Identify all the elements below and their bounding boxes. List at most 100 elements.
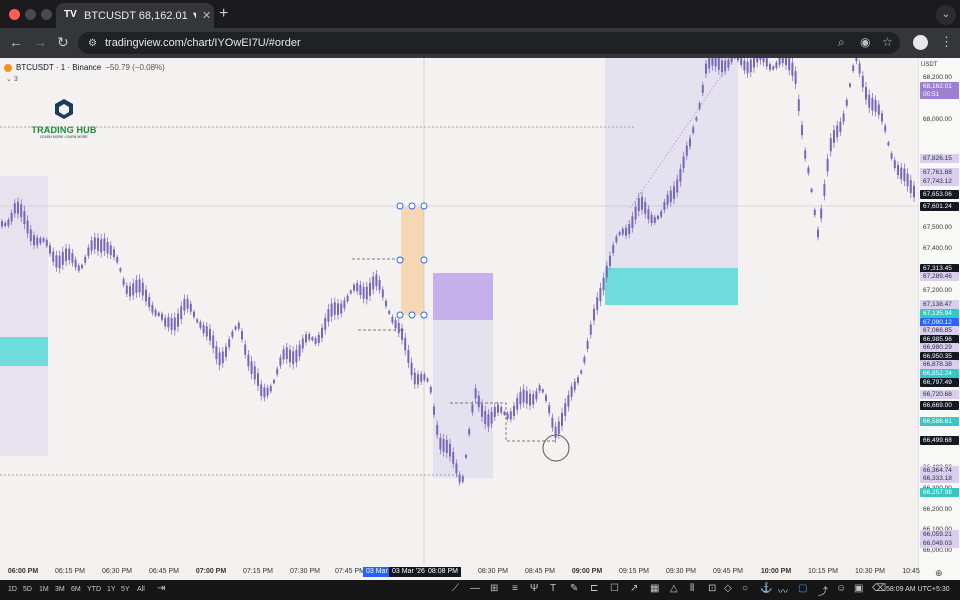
- shade-zone-mid: [433, 320, 493, 478]
- minimize-window-button[interactable]: [25, 9, 36, 20]
- candle-body: [276, 368, 279, 375]
- candle-body: [394, 320, 397, 329]
- tab-search-button[interactable]: ⌄: [936, 5, 956, 25]
- candle-body: [145, 289, 147, 302]
- text-tool-icon[interactable]: T: [550, 583, 556, 594]
- new-tab-button[interactable]: +: [219, 5, 228, 23]
- range-button-6m[interactable]: 6M: [71, 586, 81, 593]
- close-window-button[interactable]: [9, 9, 20, 20]
- candle-body: [538, 385, 541, 391]
- triangle-icon[interactable]: △: [670, 583, 678, 594]
- more-menu-icon[interactable]: ⋮: [940, 34, 953, 50]
- candle-body: [439, 437, 442, 450]
- shade-zone-right: [605, 58, 738, 270]
- zigzag-icon[interactable]: 〰: [778, 583, 788, 598]
- price-chart-canvas[interactable]: [0, 58, 918, 564]
- candle-body: [810, 188, 813, 192]
- candle-body: [586, 341, 589, 349]
- pitchfork-icon[interactable]: Ψ: [530, 583, 538, 594]
- eraser-icon[interactable]: ⌫: [872, 583, 886, 594]
- image-icon[interactable]: ▣: [854, 583, 863, 594]
- arrow-icon[interactable]: ↗: [630, 583, 638, 594]
- range-button-3m[interactable]: 3M: [55, 586, 65, 593]
- circle-icon[interactable]: ○: [742, 583, 748, 594]
- diamond-icon[interactable]: ◇: [724, 583, 732, 594]
- candle-body: [465, 454, 467, 458]
- candle-body: [557, 421, 560, 435]
- range-button-all[interactable]: All: [137, 586, 145, 593]
- bars-pattern-icon[interactable]: ⫴: [690, 583, 694, 594]
- candle-body: [1, 221, 3, 227]
- symbol-name[interactable]: BTCUSDT · 1 · Binance: [16, 63, 101, 72]
- ruler-icon[interactable]: ⊡: [708, 583, 716, 594]
- measure-icon[interactable]: ⊏: [590, 583, 598, 594]
- candle-body: [753, 58, 755, 68]
- candle-body: [490, 411, 493, 424]
- candle-body: [442, 439, 445, 452]
- address-bar[interactable]: ⚙ tradingview.com/chart/IYOwEI7U/#order …: [78, 32, 900, 54]
- path-icon[interactable]: ⤴: [818, 583, 828, 598]
- eye-icon[interactable]: ◉: [860, 35, 870, 49]
- line-tool-icon[interactable]: ⟋: [452, 583, 459, 594]
- range-button-ytd[interactable]: YTD: [87, 586, 101, 593]
- range-button-1y[interactable]: 1Y: [107, 586, 116, 593]
- calendar-goto-icon[interactable]: ⇥: [157, 583, 165, 594]
- time-scale[interactable]: 06:00 PM 06:15 PM 06:30 PM 06:45 PM 07:00 PM…: [0, 564, 920, 580]
- candle-body: [545, 395, 547, 401]
- chart-pane[interactable]: BTCUSDT · 1 · Binance −50.79 (−0.08%) ⌄ …: [0, 58, 960, 580]
- callout-icon[interactable]: ☐: [610, 583, 619, 594]
- smile-icon[interactable]: ☺: [836, 583, 846, 594]
- star-icon[interactable]: ☆: [882, 35, 893, 49]
- range-button-1m[interactable]: 1M: [39, 586, 49, 593]
- range-button-5y[interactable]: 5Y: [121, 586, 130, 593]
- indicator-count[interactable]: ⌄ 3: [6, 75, 18, 83]
- profile-avatar[interactable]: [913, 35, 928, 50]
- grid-tool-icon[interactable]: ⊞: [490, 583, 498, 594]
- anchor-icon[interactable]: ⚓: [760, 583, 772, 594]
- candle-body: [474, 388, 477, 399]
- reload-icon[interactable]: ↻: [57, 34, 69, 51]
- table-icon[interactable]: ▦: [650, 583, 659, 594]
- close-tab-icon[interactable]: ✕: [202, 9, 211, 22]
- price-scale[interactable]: USDT 68,200.00 68,000.00 67,500.00 67,400.0…: [918, 58, 960, 580]
- candle-body: [605, 265, 608, 278]
- symbol-change: −50.79 (−0.08%): [105, 63, 165, 72]
- candle-body: [759, 58, 762, 60]
- candle-body: [84, 256, 87, 263]
- candle-body: [765, 58, 768, 67]
- candle-body: [522, 389, 525, 403]
- price-badge: 67,653.06: [920, 190, 959, 199]
- fib-tool-icon[interactable]: ≡: [512, 583, 518, 594]
- chart-settings-gear-icon[interactable]: ⊕: [935, 568, 943, 579]
- candle-body: [593, 308, 595, 321]
- zoom-icon[interactable]: ⌕: [838, 35, 845, 50]
- candle-body: [820, 208, 823, 219]
- site-info-icon[interactable]: ⚙: [88, 38, 97, 49]
- candle-body: [621, 228, 624, 235]
- candle-body: [311, 337, 314, 341]
- candle-body: [295, 349, 298, 363]
- horizontal-line-icon[interactable]: —: [470, 583, 480, 594]
- browser-tab-active[interactable]: TV BTCUSDT 68,162.01 ▼ −0.26 ✕: [56, 3, 214, 28]
- candle-body: [305, 334, 307, 343]
- price-level-label: 67,500.00: [923, 224, 952, 231]
- cursor-ring: [542, 434, 570, 462]
- forward-arrow-icon[interactable]: →: [33, 34, 47, 50]
- candle-body: [202, 325, 205, 334]
- symbol-legend[interactable]: BTCUSDT · 1 · Binance −50.79 (−0.08%): [4, 63, 165, 72]
- maximize-window-button[interactable]: [41, 9, 52, 20]
- logo-brand-text: TRADING HUB: [31, 125, 97, 135]
- rectangle-tool-icon[interactable]: ▢: [798, 583, 807, 594]
- time-label: 07:15 PM: [243, 568, 273, 575]
- brush-icon[interactable]: ✎: [570, 583, 578, 594]
- range-button-1d[interactable]: 1D: [8, 586, 17, 593]
- candle-body: [673, 186, 675, 199]
- tab-title: BTCUSDT 68,162.01 ▼ −0.26: [84, 9, 196, 22]
- candle-body: [794, 71, 797, 84]
- candle-body: [801, 124, 803, 136]
- candle-body: [791, 62, 794, 76]
- browser-nav-bar: ← → ↻ ⚙ tradingview.com/chart/IYOwEI7U/#…: [0, 28, 960, 58]
- range-button-5d[interactable]: 5D: [23, 586, 32, 593]
- candle-body: [413, 372, 416, 385]
- back-arrow-icon[interactable]: ←: [9, 34, 23, 50]
